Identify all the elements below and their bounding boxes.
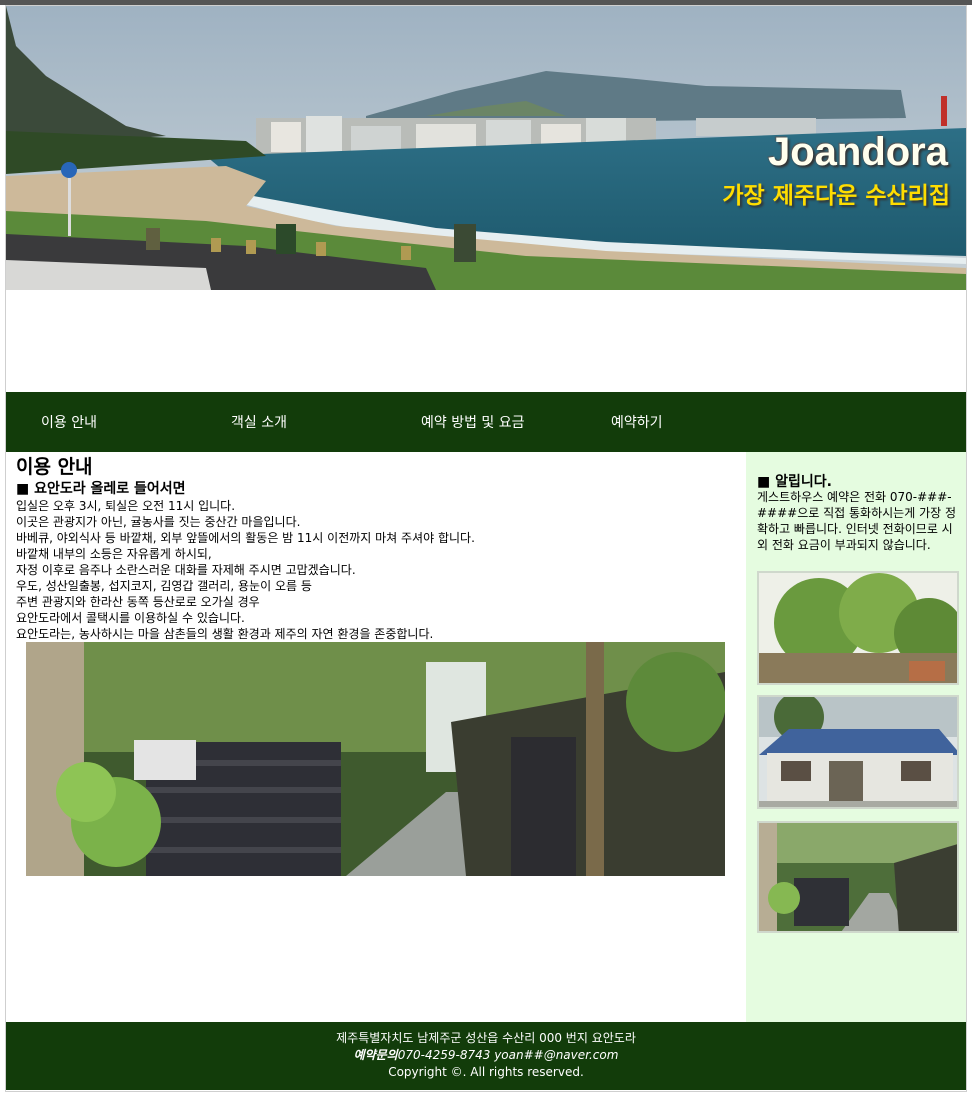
guide-line: 바깥채 내부의 소등은 자유롭게 하시되,: [16, 547, 212, 561]
nav-item-usage-guide[interactable]: 이용 안내: [41, 412, 97, 432]
footer-address: 제주특별자치도 남제주군 성산읍 수산리 000 번지 요안도라: [336, 1031, 636, 1045]
nav-item-booking-rates[interactable]: 예약 방법 및 요금: [421, 412, 525, 432]
nav-item-rooms[interactable]: 객실 소개: [231, 412, 287, 432]
site-subtitle: 가장 제주다운 수산리집: [722, 183, 950, 209]
guide-line: 우도, 성산일출봉, 섭지코지, 김영갑 갤러리, 용눈이 오름 등: [16, 579, 312, 593]
nav-item-reserve[interactable]: 예약하기: [611, 412, 663, 432]
guide-line: 자정 이후로 음주나 소란스러운 대화를 자제해 주시면 고맙겠습니다.: [16, 563, 356, 577]
guide-line: 요안도라는, 농사하시는 마을 삼촌들의 생활 환경과 제주의 자연 환경을 존…: [16, 627, 434, 641]
contact-value: 070-4259-8743 yoan##@naver.com: [397, 1048, 619, 1062]
main-navigation: 이용 안내 객실 소개 예약 방법 및 요금 예약하기: [6, 392, 966, 452]
contact-label: 예약문의: [353, 1048, 398, 1062]
page-title: 이용 안내: [16, 456, 93, 478]
section-heading: ■ 요안도라 올레로 들어서면: [16, 481, 186, 497]
guide-line: 입실은 오후 3시, 퇴실은 오전 11시 입니다.: [16, 499, 236, 513]
footer-copyright: Copyright ©. All rights reserved.: [388, 1065, 584, 1079]
guide-line: 바베큐, 야외식사 등 바깥채, 외부 앞뜰에서의 활동은 밤 11시 이전까지…: [16, 531, 475, 545]
hero-banner: Joandora 가장 제주다운 수산리집: [6, 6, 966, 290]
garden-thumbnail: [757, 571, 959, 685]
footer-contact: 예약문의070-4259-8743 yoan##@naver.com: [6, 1047, 966, 1064]
notice-heading: ■ 알립니다.: [757, 474, 832, 490]
site-footer: 제주특별자치도 남제주군 성산읍 수산리 000 번지 요안도라 예약문의070…: [6, 1022, 966, 1090]
main-content: 이용 안내 ■ 요안도라 올레로 들어서면 입실은 오후 3시, 퇴실은 오전 …: [16, 455, 741, 876]
guide-line: 요안도라에서 콜택시를 이용하실 수 있습니다.: [16, 611, 245, 625]
site-title: Joandora: [767, 130, 948, 174]
guide-line: 주변 관광지와 한라산 동쪽 등산로로 오가실 경우: [16, 595, 260, 609]
house-thumbnail: [757, 695, 959, 809]
guide-line: 이곳은 관광지가 아닌, 귤농사를 짓는 중산간 마을입니다.: [16, 515, 301, 529]
olle-path-photo: [26, 642, 725, 876]
path-thumbnail: [757, 821, 959, 933]
notice-sidebar: ■ 알립니다. 게스트하우스 예약은 전화 070-###-####으로 직접 …: [746, 452, 966, 1022]
notice-text: 게스트하우스 예약은 전화 070-###-####으로 직접 통화하시는게 가…: [757, 490, 956, 552]
